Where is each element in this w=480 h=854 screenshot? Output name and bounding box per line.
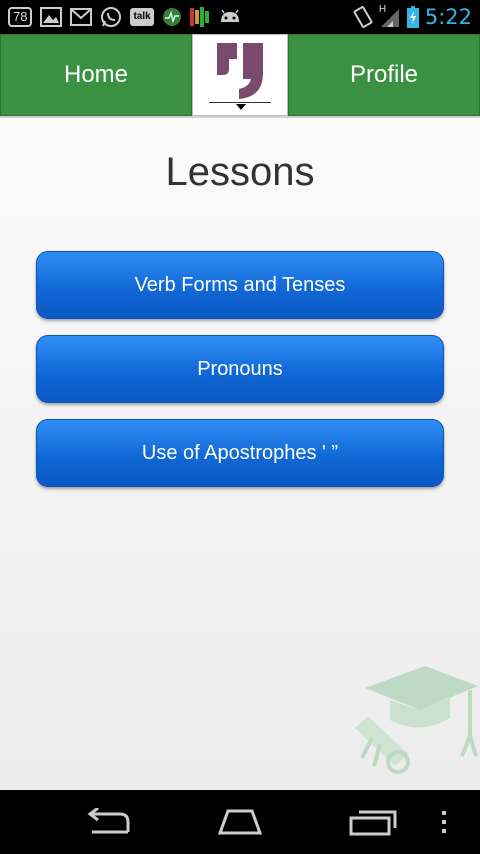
home-button[interactable]: Home bbox=[0, 34, 192, 116]
dropdown-arrow-icon bbox=[236, 104, 246, 110]
recent-apps-button[interactable] bbox=[344, 806, 404, 838]
activity-icon bbox=[162, 6, 182, 28]
notification-count-badge: 78 bbox=[8, 7, 33, 27]
home-icon bbox=[217, 809, 263, 835]
status-bar: 78 talk H 5:22 bbox=[0, 0, 480, 34]
main-content: Lessons Verb Forms and Tenses Pronouns U… bbox=[0, 118, 480, 790]
menu-button[interactable] bbox=[424, 806, 464, 838]
overflow-menu-icon bbox=[442, 811, 446, 833]
vibrate-icon bbox=[353, 6, 373, 28]
app-logo-menu[interactable] bbox=[192, 34, 288, 116]
recent-apps-icon bbox=[349, 810, 397, 836]
talk-icon: talk bbox=[130, 8, 154, 26]
signal-icon: H bbox=[378, 4, 401, 28]
home-nav-button[interactable] bbox=[210, 806, 270, 838]
battery-icon bbox=[406, 6, 419, 28]
network-type-label: H bbox=[378, 4, 387, 15]
logo-underline bbox=[209, 102, 271, 103]
back-icon bbox=[87, 808, 130, 834]
profile-button[interactable]: Profile bbox=[288, 34, 480, 116]
page-title: Lessons bbox=[165, 150, 315, 194]
gallery-icon bbox=[40, 6, 63, 28]
whatsapp-icon bbox=[100, 6, 122, 28]
gmail-icon bbox=[70, 6, 93, 28]
graduation-cap-icon bbox=[355, 666, 478, 774]
app-logo-icon bbox=[217, 43, 263, 99]
lesson-button-verb-forms[interactable]: Verb Forms and Tenses bbox=[36, 251, 444, 319]
back-button[interactable] bbox=[78, 806, 138, 838]
lesson-button-apostrophes[interactable]: Use of Apostrophes ' ” bbox=[36, 419, 444, 487]
lesson-button-pronouns[interactable]: Pronouns bbox=[36, 335, 444, 403]
android-icon bbox=[218, 6, 242, 28]
equalizer-icon bbox=[189, 6, 210, 28]
top-navigation: Home Profile bbox=[0, 34, 480, 118]
notification-icons: 78 talk bbox=[8, 4, 242, 30]
system-status-icons: H 5:22 bbox=[353, 4, 472, 30]
system-navigation-bar bbox=[0, 790, 480, 854]
clock-time: 5:22 bbox=[424, 5, 472, 29]
